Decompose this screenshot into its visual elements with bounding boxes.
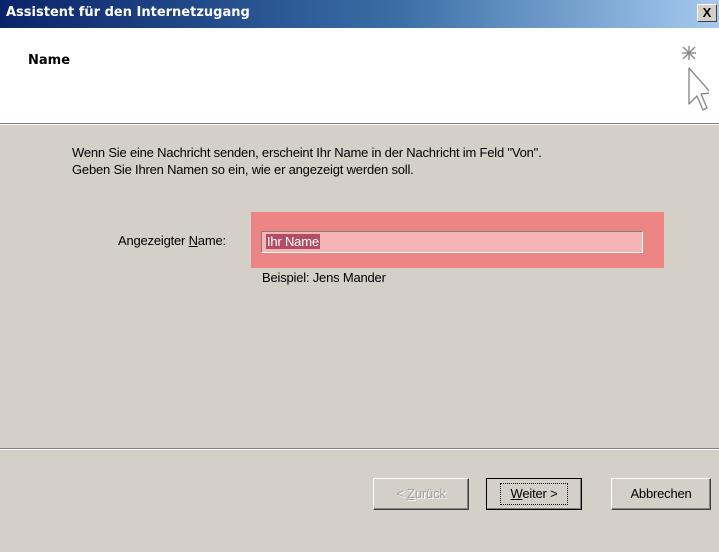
description-line-2: Geben Sie Ihren Namen so ein, wie er ang… bbox=[72, 162, 414, 177]
wizard-content: Wenn Sie eine Nachricht senden, erschein… bbox=[0, 124, 719, 448]
description: Wenn Sie eine Nachricht senden, erschein… bbox=[72, 144, 692, 178]
example-hint: Beispiel: Jens Mander bbox=[262, 270, 386, 285]
title-bar[interactable]: Assistent für den Internetzugang X bbox=[0, 0, 719, 28]
close-icon: X bbox=[702, 5, 712, 20]
wizard-cursor-icon bbox=[682, 46, 709, 111]
cancel-button[interactable]: Abbrechen bbox=[611, 478, 711, 510]
window-title: Assistent für den Internetzugang bbox=[6, 5, 250, 20]
wizard-header: Name bbox=[0, 28, 719, 124]
input-selected-text: Ihr Name bbox=[266, 234, 320, 249]
back-button[interactable]: < Zurück bbox=[373, 478, 469, 510]
page-title: Name bbox=[28, 53, 71, 68]
display-name-label: Angezeigter Name: bbox=[118, 233, 226, 248]
description-line-1: Wenn Sie eine Nachricht senden, erschein… bbox=[72, 145, 542, 160]
button-separator bbox=[0, 448, 719, 450]
accelerator-key: N bbox=[188, 233, 198, 248]
next-button[interactable]: Weiter > bbox=[486, 478, 582, 510]
focus-ring: Weiter > bbox=[499, 483, 569, 505]
display-name-input[interactable]: Ihr Name bbox=[261, 231, 643, 253]
close-button[interactable]: X bbox=[697, 4, 717, 22]
